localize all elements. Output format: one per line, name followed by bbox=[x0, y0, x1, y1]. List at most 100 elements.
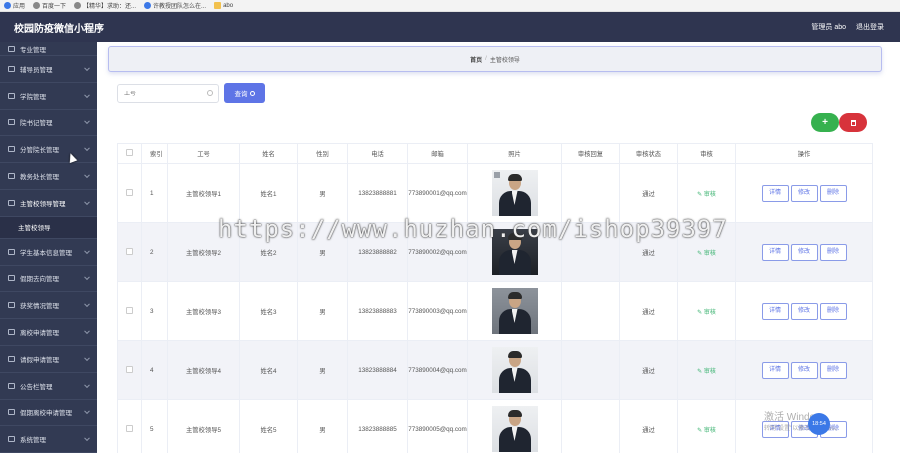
detail-button[interactable]: 详情 bbox=[761, 302, 789, 320]
leader-photo[interactable] bbox=[491, 406, 538, 452]
cell-id: 主管校领导3 bbox=[167, 281, 240, 341]
bookmark-article[interactable]: 许教授团队怎么在... bbox=[144, 1, 206, 10]
cell-reply bbox=[561, 399, 620, 453]
select-all-checkbox[interactable] bbox=[126, 149, 133, 156]
cell-reply bbox=[561, 340, 620, 400]
cell-email: 773890005@qq.com bbox=[407, 399, 468, 453]
menu-icon bbox=[8, 275, 15, 282]
cell-email: 773890001@qq.com bbox=[407, 163, 468, 223]
col-email: 邮箱 bbox=[407, 143, 468, 164]
current-user: 管理员 abo bbox=[811, 24, 846, 31]
sidebar-item-leave-request[interactable]: 请假申请管理 bbox=[0, 346, 97, 373]
delete-button[interactable]: 删除 bbox=[819, 184, 847, 202]
sidebar-item-leader[interactable]: 主管校领导管理 bbox=[0, 190, 97, 217]
cell-email: 773890003@qq.com bbox=[407, 281, 468, 341]
leader-photo[interactable] bbox=[491, 288, 538, 334]
cell-id: 主管校领导1 bbox=[167, 163, 240, 223]
col-sex: 性别 bbox=[297, 143, 348, 164]
edit-button[interactable]: 修改 bbox=[790, 243, 818, 261]
row-checkbox[interactable] bbox=[126, 247, 133, 255]
sidebar-item-system[interactable]: 系统管理 bbox=[0, 426, 97, 453]
detail-button[interactable]: 详情 bbox=[761, 184, 789, 202]
cell-email: 773890004@qq.com bbox=[407, 340, 468, 400]
menu-icon bbox=[8, 355, 15, 362]
search-input[interactable] bbox=[124, 90, 204, 97]
menu-icon bbox=[8, 199, 15, 206]
detail-button[interactable]: 详情 bbox=[761, 361, 789, 379]
bookmark-help[interactable]: 【精华】求助：还... bbox=[74, 1, 136, 10]
batch-delete-button[interactable] bbox=[839, 113, 867, 132]
edit-button[interactable]: 修改 bbox=[790, 302, 818, 320]
menu-icon bbox=[8, 382, 15, 389]
cell-audit: ✎ 审核 bbox=[677, 281, 736, 341]
row-checkbox[interactable] bbox=[126, 365, 133, 373]
sidebar-item-college[interactable]: 学院管理 bbox=[0, 83, 97, 110]
sidebar-item-major[interactable]: 专业管理 bbox=[0, 42, 97, 56]
menu-icon bbox=[8, 329, 15, 336]
menu-icon bbox=[8, 92, 15, 99]
cell-status: 通过 bbox=[619, 399, 678, 453]
table-header-row: 索引 工号 姓名 性别 电话 邮箱 照片 审核回复 审核状态 审核 操作 bbox=[117, 143, 873, 164]
bookmark-apps[interactable]: 应用 bbox=[4, 1, 25, 10]
cell-name: 姓名5 bbox=[239, 399, 298, 453]
globe-icon bbox=[33, 2, 41, 9]
delete-button[interactable]: 删除 bbox=[819, 361, 847, 379]
sidebar-item-holiday-destination[interactable]: 假期去向管理 bbox=[0, 266, 97, 293]
detail-button[interactable]: 详情 bbox=[761, 243, 789, 261]
row-checkbox[interactable] bbox=[126, 188, 133, 196]
cell-phone: 13823888884 bbox=[347, 340, 408, 400]
col-photo: 照片 bbox=[467, 143, 562, 164]
row-select-cell[interactable] bbox=[117, 340, 142, 400]
leader-photo[interactable] bbox=[491, 229, 538, 275]
cell-phone: 13823888883 bbox=[347, 281, 408, 341]
select-all-cell[interactable] bbox=[117, 143, 142, 164]
edit-button[interactable]: 修改 bbox=[790, 361, 818, 379]
cell-id: 主管校领导2 bbox=[167, 222, 240, 282]
cell-phone: 13823888881 bbox=[347, 163, 408, 223]
sidebar-item-notice[interactable]: 公告栏管理 bbox=[0, 373, 97, 400]
sidebar-item-student-info[interactable]: 学生基本信息管理 bbox=[0, 239, 97, 266]
sidebar-item-academic-director[interactable]: 教务处长管理 bbox=[0, 163, 97, 190]
delete-button[interactable]: 删除 bbox=[819, 302, 847, 320]
leader-photo[interactable] bbox=[491, 170, 538, 216]
sidebar-item-vice-dean[interactable]: 分管院长管理 bbox=[0, 136, 97, 164]
col-actions: 操作 bbox=[735, 143, 873, 164]
audit-link[interactable]: ✎ 审核 bbox=[697, 310, 716, 316]
cell-actions: 详情 修改 删除 bbox=[735, 222, 873, 282]
delete-button[interactable]: 删除 bbox=[819, 243, 847, 261]
bookmark-folder[interactable]: abo bbox=[214, 2, 233, 9]
row-select-cell[interactable] bbox=[117, 222, 142, 282]
search-button[interactable]: 查询 bbox=[224, 83, 265, 103]
globe-icon bbox=[74, 2, 82, 9]
chevron-down-icon bbox=[84, 172, 90, 179]
row-select-cell[interactable] bbox=[117, 399, 142, 453]
sidebar-item-awards[interactable]: 获奖情况管理 bbox=[0, 292, 97, 320]
audit-link[interactable]: ✎ 审核 bbox=[697, 428, 716, 434]
audit-link[interactable]: ✎ 审核 bbox=[697, 192, 716, 198]
logout-link[interactable]: 退出登录 bbox=[856, 22, 884, 32]
leader-table: 索引 工号 姓名 性别 电话 邮箱 照片 审核回复 审核状态 审核 操作 1 主… bbox=[117, 143, 873, 453]
photo-hair bbox=[507, 351, 522, 358]
sidebar-subitem-leader[interactable]: 主管校领导 bbox=[0, 216, 97, 239]
col-id: 工号 bbox=[167, 143, 240, 164]
sidebar-item-leave-school[interactable]: 离校申请管理 bbox=[0, 319, 97, 346]
floating-clock-badge[interactable]: 18:54 bbox=[808, 413, 830, 435]
audit-link[interactable]: ✎ 审核 bbox=[697, 369, 716, 375]
sidebar-item-secretary[interactable]: 院书记管理 bbox=[0, 110, 97, 137]
edit-button[interactable]: 修改 bbox=[790, 184, 818, 202]
row-select-cell[interactable] bbox=[117, 163, 142, 223]
sidebar-item-counselor[interactable]: 辅导员管理 bbox=[0, 56, 97, 83]
row-checkbox[interactable] bbox=[126, 424, 133, 432]
leader-photo[interactable] bbox=[491, 347, 538, 393]
audit-link[interactable]: ✎ 审核 bbox=[697, 251, 716, 257]
cell-email: 773890002@qq.com bbox=[407, 222, 468, 282]
breadcrumb-home[interactable]: 首页 bbox=[470, 55, 482, 64]
row-select-cell[interactable] bbox=[117, 281, 142, 341]
sidebar-item-holiday-leave[interactable]: 假期离校申请管理 bbox=[0, 400, 97, 427]
row-checkbox[interactable] bbox=[126, 306, 133, 314]
chevron-down-icon bbox=[84, 274, 90, 281]
cell-index: 1 bbox=[141, 163, 168, 223]
add-button[interactable]: + bbox=[811, 113, 839, 132]
bookmark-baidu[interactable]: 百度一下 bbox=[33, 1, 66, 10]
search-field[interactable] bbox=[117, 84, 219, 103]
